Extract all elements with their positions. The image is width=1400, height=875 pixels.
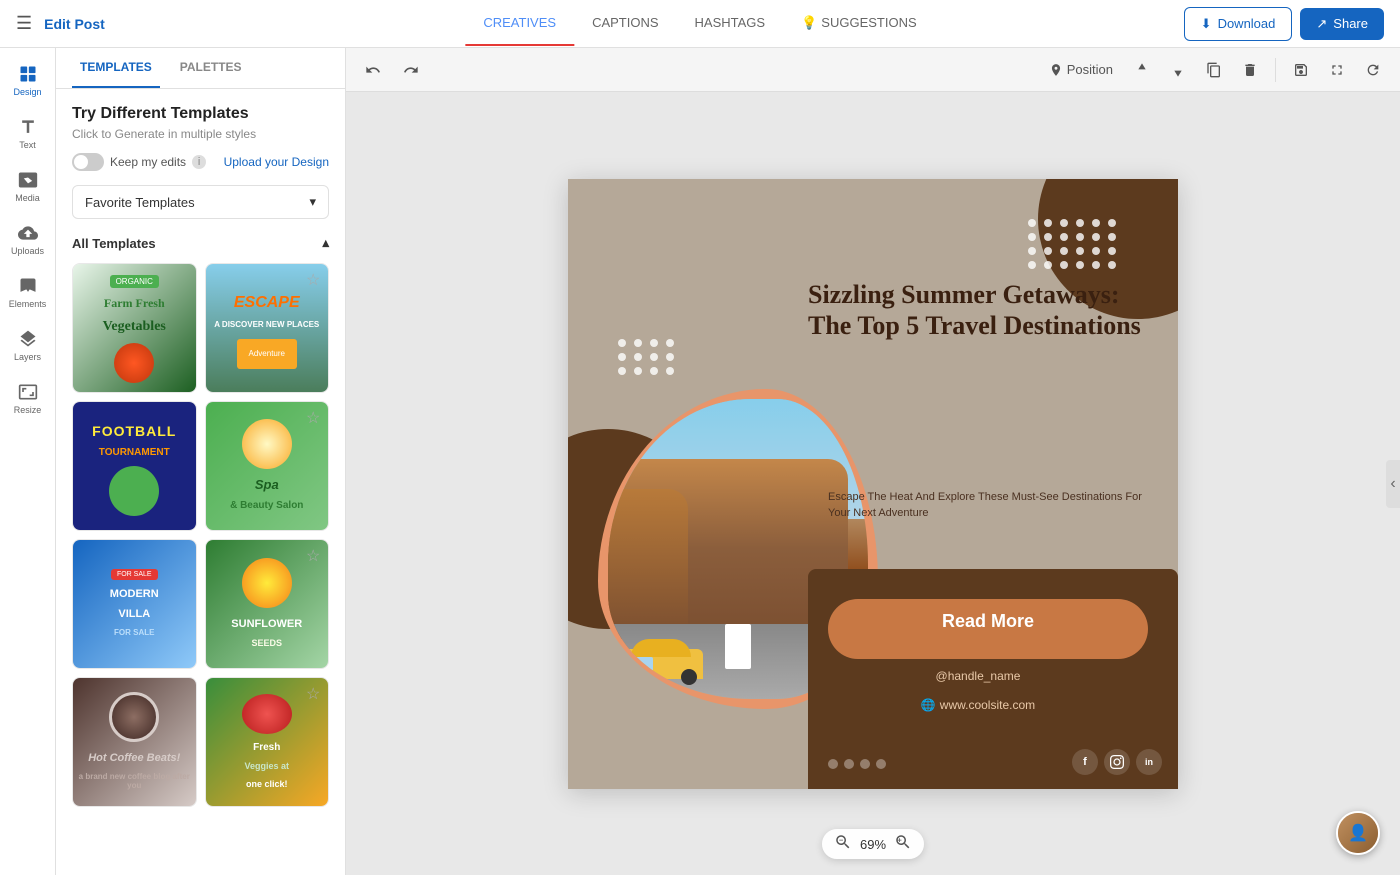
- design-background: Sizzling Summer Getaways: The Top 5 Trav…: [568, 179, 1178, 789]
- layer-up-button[interactable]: [1127, 55, 1157, 85]
- tab-captions[interactable]: CAPTIONS: [574, 1, 676, 46]
- dots-pattern-top-right: [1028, 219, 1118, 269]
- sidebar-item-design[interactable]: Design: [0, 56, 55, 105]
- design-subtitle: Escape The Heat And Explore These Must-S…: [828, 489, 1148, 522]
- menu-icon[interactable]: ☰: [16, 13, 32, 34]
- share-icon: ↗: [1316, 16, 1327, 32]
- sidebar-item-layers[interactable]: Layers: [0, 321, 55, 370]
- duplicate-button[interactable]: [1199, 55, 1229, 85]
- zoom-out-button[interactable]: [834, 833, 852, 855]
- keep-edits-label: Keep my edits i: [72, 153, 206, 171]
- template-card-spa[interactable]: Spa & Beauty Salon ☆: [205, 401, 330, 531]
- download-icon: ⬇: [1201, 16, 1212, 32]
- sidebar-item-uploads[interactable]: Uploads: [0, 215, 55, 264]
- user-avatar[interactable]: 👤: [1336, 811, 1380, 855]
- panel-tab-palettes[interactable]: PALETTES: [172, 48, 250, 88]
- upload-design-link[interactable]: Upload your Design: [224, 155, 329, 169]
- design-bottom-section: Escape The Heat And Explore These Must-S…: [808, 569, 1178, 789]
- zoom-bar: 69%: [822, 829, 924, 859]
- redo-button[interactable]: [396, 55, 426, 85]
- design-title[interactable]: Sizzling Summer Getaways: The Top 5 Trav…: [808, 279, 1148, 341]
- section-subtitle: Click to Generate in multiple styles: [72, 127, 329, 141]
- star-icon[interactable]: ☆: [306, 684, 322, 700]
- resize-icon: [18, 382, 38, 402]
- template-card-villa[interactable]: FOR SALE MODERN VILLA FOR SALE: [72, 539, 197, 669]
- main-layout: Design Text Media Uploads Elements Layer…: [0, 48, 1400, 875]
- design-icon: [18, 64, 38, 84]
- globe-icon: 🌐: [921, 698, 936, 712]
- media-icon: [18, 170, 38, 190]
- zoom-value: 69%: [860, 837, 886, 852]
- save-button[interactable]: [1286, 55, 1316, 85]
- edit-post-title: Edit Post: [44, 16, 105, 32]
- panel-tabs: TEMPLATES PALETTES: [56, 48, 345, 89]
- templates-grid: ORGANIC Farm Fresh Vegetables ESCAPE A D…: [72, 263, 329, 807]
- template-card-sunflower[interactable]: SUNFLOWER SEEDS ☆: [205, 539, 330, 669]
- tab-creatives[interactable]: CREATIVES: [465, 1, 574, 46]
- refresh-button[interactable]: [1358, 55, 1388, 85]
- design-canvas[interactable]: ⧉ +: [568, 179, 1178, 789]
- instagram-icon: [1104, 749, 1130, 775]
- layer-down-button[interactable]: [1163, 55, 1193, 85]
- fullscreen-button[interactable]: [1322, 55, 1352, 85]
- canvas-area: Position: [346, 48, 1400, 875]
- linkedin-icon: in: [1136, 749, 1162, 775]
- design-social-icons: f in: [1058, 749, 1162, 775]
- star-icon[interactable]: ☆: [306, 546, 322, 562]
- section-title: Try Different Templates: [72, 105, 329, 123]
- favorite-templates-dropdown[interactable]: Favorite Templates ▾: [72, 185, 329, 219]
- canvas-toolbar: Position: [346, 48, 1400, 92]
- icon-sidebar: Design Text Media Uploads Elements Layer…: [0, 48, 56, 875]
- share-button[interactable]: ↗ Share: [1300, 8, 1384, 40]
- download-button[interactable]: ⬇ Download: [1184, 7, 1293, 41]
- template-card-football[interactable]: FOOTBALL TOURNAMENT: [72, 401, 197, 531]
- keep-edits-row: Keep my edits i Upload your Design: [72, 153, 329, 171]
- position-button[interactable]: Position: [1041, 58, 1121, 81]
- design-dots-bottom: [828, 759, 886, 769]
- text-icon: [18, 117, 38, 137]
- panel-tab-templates[interactable]: TEMPLATES: [72, 48, 160, 88]
- star-icon[interactable]: ☆: [306, 408, 322, 424]
- template-card-escape[interactable]: ESCAPE A DISCOVER NEW PLACES Adventure ☆: [205, 263, 330, 393]
- design-website: 🌐 www.coolsite.com: [808, 687, 1148, 723]
- template-card-farm[interactable]: ORGANIC Farm Fresh Vegetables: [72, 263, 197, 393]
- sidebar-item-resize[interactable]: Resize: [0, 374, 55, 423]
- chevron-up-icon[interactable]: ▴: [322, 235, 329, 251]
- canvas-main[interactable]: ⧉ +: [346, 92, 1400, 875]
- facebook-icon: f: [1072, 749, 1098, 775]
- layers-icon: [18, 329, 38, 349]
- nav-tabs: CREATIVES CAPTIONS HASHTAGS 💡 SUGGESTION…: [465, 1, 934, 47]
- right-collapse-tab[interactable]: ‹: [1386, 460, 1400, 508]
- chevron-down-icon: ▾: [309, 194, 316, 210]
- design-cta-button[interactable]: Read More: [828, 599, 1148, 659]
- uploads-icon: [18, 223, 38, 243]
- elements-icon: [18, 276, 38, 296]
- sidebar-item-media[interactable]: Media: [0, 162, 55, 211]
- delete-button[interactable]: [1235, 55, 1265, 85]
- all-templates-header: All Templates ▴: [72, 235, 329, 251]
- panel-content: Try Different Templates Click to Generat…: [56, 89, 345, 875]
- zoom-in-button[interactable]: [894, 833, 912, 855]
- template-card-veggies[interactable]: Fresh Veggies at one click! ☆: [205, 677, 330, 807]
- tab-suggestions[interactable]: 💡 SUGGESTIONS: [783, 1, 935, 47]
- keep-edits-toggle[interactable]: [72, 153, 104, 171]
- left-panel: TEMPLATES PALETTES Try Different Templat…: [56, 48, 346, 875]
- template-card-coffee[interactable]: Hot Coffee Beats! a brand new coffee blo…: [72, 677, 197, 807]
- top-bar: ☰ Edit Post CREATIVES CAPTIONS HASHTAGS …: [0, 0, 1400, 48]
- lightbulb-icon: 💡: [801, 15, 817, 31]
- sidebar-item-text[interactable]: Text: [0, 109, 55, 158]
- dots-pattern-mid-left: [618, 339, 676, 375]
- tab-hashtags[interactable]: HASHTAGS: [677, 1, 784, 46]
- sidebar-item-elements[interactable]: Elements: [0, 268, 55, 317]
- info-icon[interactable]: i: [192, 155, 206, 169]
- undo-button[interactable]: [358, 55, 388, 85]
- star-icon[interactable]: ☆: [306, 270, 322, 286]
